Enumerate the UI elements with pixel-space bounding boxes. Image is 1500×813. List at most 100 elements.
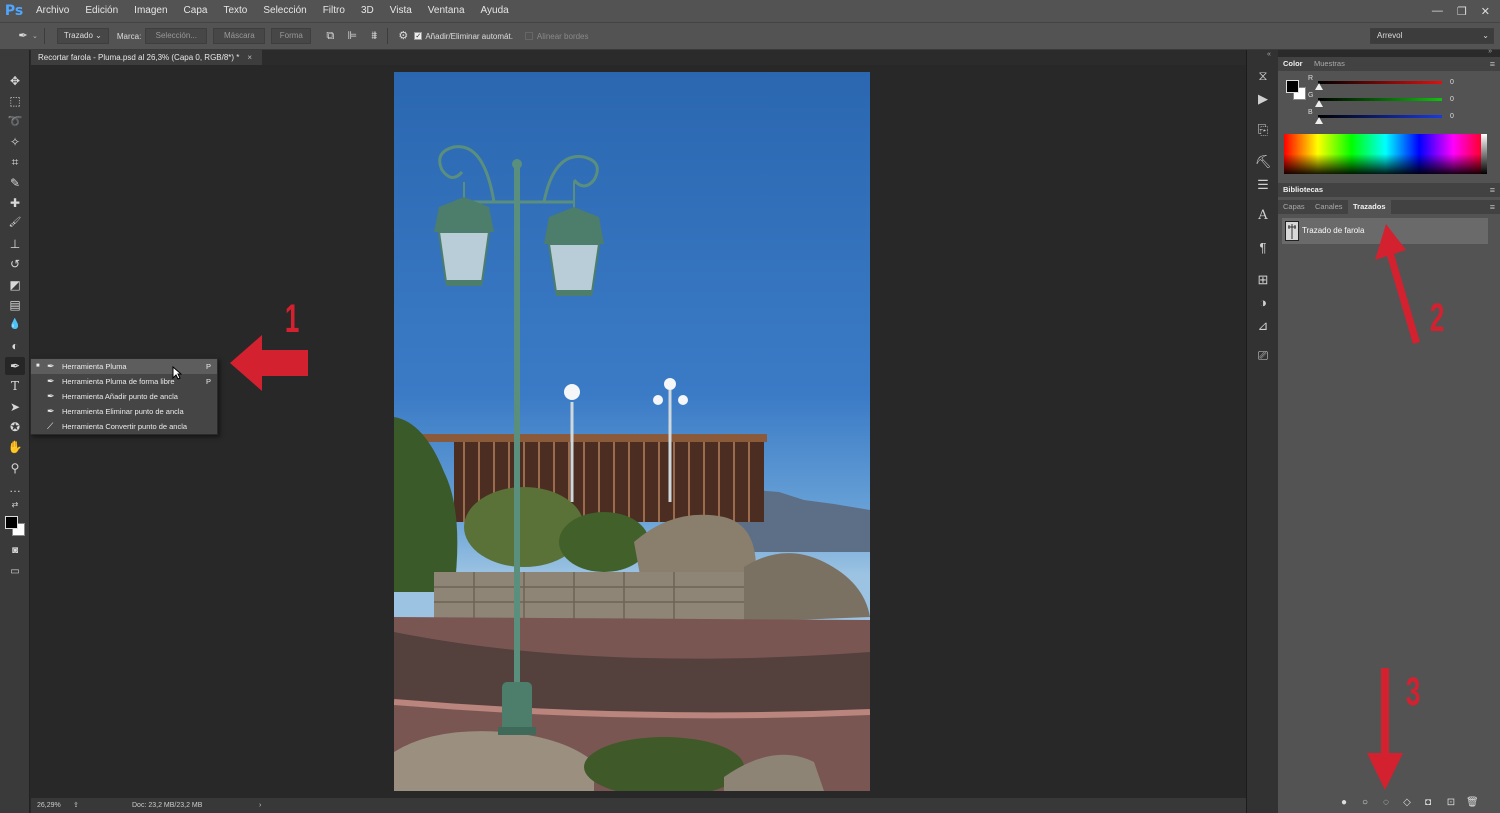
add-mask-icon[interactable]: ◘ bbox=[1422, 797, 1434, 809]
custom-shape-tool-icon[interactable]: ✪ bbox=[5, 418, 25, 436]
mascara-button[interactable]: Máscara bbox=[213, 28, 266, 44]
eraser-tool-icon[interactable]: ◩ bbox=[5, 276, 25, 294]
green-value[interactable]: 0 bbox=[1448, 94, 1476, 105]
collapse-icon[interactable]: « bbox=[1267, 51, 1271, 58]
blue-slider-track[interactable] bbox=[1318, 115, 1442, 118]
blue-slider[interactable]: B 0 bbox=[1308, 109, 1472, 127]
path-operations-icon[interactable]: ⧉ bbox=[323, 29, 337, 43]
menu-seleccion[interactable]: Selección bbox=[255, 0, 314, 22]
menu-capa[interactable]: Capa bbox=[176, 0, 216, 22]
green-slider[interactable]: G 0 bbox=[1308, 92, 1472, 110]
pen-tool-icon[interactable]: ✒ bbox=[5, 357, 25, 375]
path-arrangement-icon[interactable]: ⩩ bbox=[367, 29, 381, 43]
stroke-path-icon[interactable]: ○ bbox=[1359, 797, 1371, 809]
menu-texto[interactable]: Texto bbox=[215, 0, 255, 22]
new-path-icon[interactable]: ⊡ bbox=[1445, 797, 1457, 809]
adjustments-panel-icon[interactable]: ◑ bbox=[1253, 294, 1273, 312]
color-spectrum-ramp[interactable] bbox=[1284, 134, 1487, 174]
flyout-item-eliminar-punto[interactable]: ✒ Herramienta Eliminar punto de ancla bbox=[31, 404, 217, 419]
properties-panel-icon[interactable]: ⊞ bbox=[1253, 271, 1273, 289]
color-foreground-swatch[interactable] bbox=[1286, 80, 1299, 93]
menu-ventana[interactable]: Ventana bbox=[420, 0, 473, 22]
chevron-right-icon[interactable]: › bbox=[259, 798, 261, 813]
history-panel-icon[interactable]: ⧖ bbox=[1253, 67, 1273, 85]
move-tool-icon[interactable]: ✥ bbox=[5, 72, 25, 90]
make-work-path-icon[interactable]: ◇ bbox=[1401, 797, 1413, 809]
actions-panel-icon[interactable]: ▶ bbox=[1253, 90, 1273, 108]
fill-path-icon[interactable]: ● bbox=[1338, 797, 1350, 809]
tab-bibliotecas[interactable]: Bibliotecas bbox=[1278, 183, 1328, 197]
close-icon[interactable]: ✕ bbox=[1481, 5, 1490, 18]
green-slider-track[interactable] bbox=[1318, 98, 1442, 101]
character-panel-icon[interactable]: A bbox=[1253, 207, 1273, 225]
menu-ayuda[interactable]: Ayuda bbox=[473, 0, 517, 22]
tool-presets-icon[interactable]: ☰ bbox=[1253, 176, 1273, 194]
load-as-selection-icon[interactable]: ◌ bbox=[1380, 797, 1392, 809]
document-tab[interactable]: Recortar farola - Pluma.psd al 26,3% (Ca… bbox=[31, 50, 263, 65]
brush-tool-icon[interactable]: 🖌 bbox=[5, 214, 25, 232]
more-tools-icon[interactable]: … bbox=[5, 479, 25, 497]
menu-3d[interactable]: 3D bbox=[353, 0, 382, 22]
seleccion-button[interactable]: Selección... bbox=[145, 28, 208, 44]
clone-source-icon[interactable]: ⎘ bbox=[1253, 121, 1273, 139]
tab-capas[interactable]: Capas bbox=[1278, 200, 1310, 214]
tab-canales[interactable]: Canales bbox=[1310, 200, 1348, 214]
align-edges-checkbox[interactable] bbox=[524, 32, 533, 40]
flyout-item-pluma[interactable]: ■ ✒ Herramienta Pluma P bbox=[31, 359, 217, 374]
panel-menu-icon[interactable]: ≡ bbox=[1490, 200, 1495, 214]
red-slider-thumb[interactable] bbox=[1315, 83, 1323, 90]
swap-colors-icon[interactable]: ⇄ bbox=[5, 500, 25, 510]
quick-selection-tool-icon[interactable]: ✧ bbox=[5, 133, 25, 151]
menu-filtro[interactable]: Filtro bbox=[315, 0, 353, 22]
tab-muestras[interactable]: Muestras bbox=[1309, 57, 1350, 71]
paragraph-panel-icon[interactable]: ¶ bbox=[1253, 239, 1273, 257]
panel-menu-icon[interactable]: ≡ bbox=[1490, 183, 1495, 197]
trash-icon[interactable]: 🗑 bbox=[1466, 797, 1479, 809]
blue-value[interactable]: 0 bbox=[1448, 111, 1476, 122]
path-selection-tool-icon[interactable]: ➤ bbox=[5, 398, 25, 416]
hand-tool-icon[interactable]: ✋ bbox=[5, 438, 25, 456]
path-name[interactable]: Trazado de farola bbox=[1302, 218, 1364, 244]
type-tool-icon[interactable]: T bbox=[5, 377, 25, 395]
quick-mask-icon[interactable]: ◙ bbox=[5, 542, 25, 560]
gradient-tool-icon[interactable]: ▤ bbox=[5, 296, 25, 314]
screen-mode-icon[interactable]: ▭ bbox=[5, 563, 25, 581]
forma-button[interactable]: Forma bbox=[271, 28, 312, 44]
eyedropper-tool-icon[interactable]: ✎ bbox=[5, 174, 25, 192]
libraries-panel-icon[interactable]: ⎚ bbox=[1253, 347, 1273, 365]
lasso-tool-icon[interactable]: ➰ bbox=[5, 112, 25, 130]
blue-slider-thumb[interactable] bbox=[1315, 117, 1323, 124]
menu-archivo[interactable]: Archivo bbox=[28, 0, 77, 22]
share-icon[interactable]: ⇪ bbox=[73, 798, 79, 813]
flyout-item-anadir-punto[interactable]: ✒ Herramienta Añadir punto de ancla bbox=[31, 389, 217, 404]
brush-presets-icon[interactable]: ⛏ bbox=[1253, 153, 1273, 171]
tab-color[interactable]: Color bbox=[1278, 57, 1308, 71]
gear-icon[interactable]: ⚙ bbox=[396, 29, 410, 43]
collapse-icon[interactable]: » bbox=[1488, 48, 1492, 55]
info-panel-icon[interactable]: ⊿ bbox=[1253, 317, 1273, 335]
flyout-item-convertir-punto[interactable]: ⟋ Herramienta Convertir punto de ancla bbox=[31, 419, 217, 434]
foreground-color-swatch[interactable] bbox=[5, 516, 18, 529]
menu-vista[interactable]: Vista bbox=[382, 0, 420, 22]
chevron-down-icon[interactable]: ⌄ bbox=[32, 32, 38, 40]
crop-tool-icon[interactable]: ⌗ bbox=[5, 153, 25, 171]
zoom-tool-icon[interactable]: ⚲ bbox=[5, 459, 25, 477]
marquee-tool-icon[interactable]: ⬚ bbox=[5, 92, 25, 110]
dodge-tool-icon[interactable]: ◐ bbox=[5, 337, 25, 355]
blur-tool-icon[interactable]: 💧 bbox=[5, 316, 25, 334]
canvas-image[interactable] bbox=[394, 72, 870, 791]
green-slider-thumb[interactable] bbox=[1315, 100, 1323, 107]
flyout-item-pluma-forma-libre[interactable]: ✒ Herramienta Pluma de forma libre P bbox=[31, 374, 217, 389]
red-value[interactable]: 0 bbox=[1448, 77, 1476, 88]
red-slider-track[interactable] bbox=[1318, 81, 1442, 84]
tab-trazados[interactable]: Trazados bbox=[1348, 200, 1391, 214]
zoom-level[interactable]: 26,29% bbox=[37, 798, 61, 813]
menu-imagen[interactable]: Imagen bbox=[126, 0, 175, 22]
close-tab-icon[interactable]: × bbox=[247, 53, 252, 62]
history-brush-tool-icon[interactable]: ↺ bbox=[5, 255, 25, 273]
tool-mode-select[interactable]: Trazado ⌄ bbox=[56, 28, 109, 44]
healing-brush-tool-icon[interactable]: ✚ bbox=[5, 194, 25, 212]
menu-edicion[interactable]: Edición bbox=[77, 0, 126, 22]
workspace-select[interactable]: Arrevol ⌄ bbox=[1370, 28, 1494, 44]
restore-icon[interactable]: ❐ bbox=[1457, 5, 1467, 18]
